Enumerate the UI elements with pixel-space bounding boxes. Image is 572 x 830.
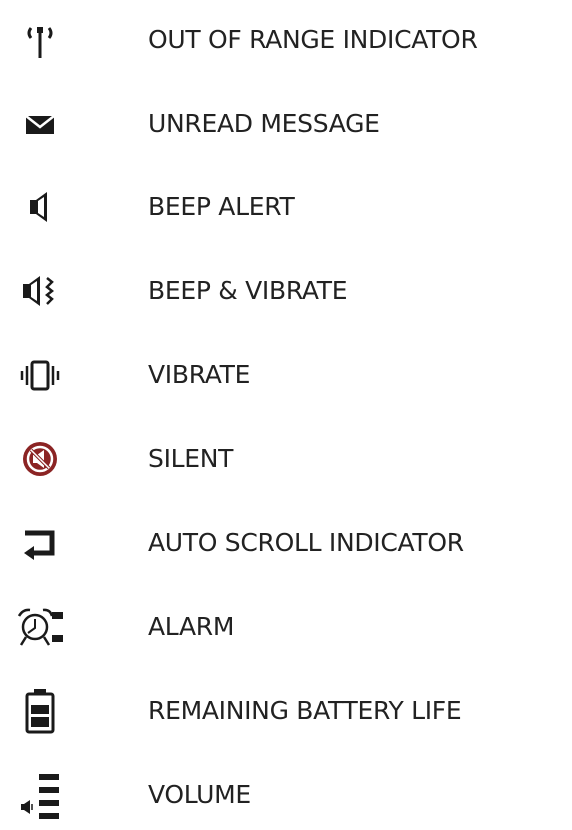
legend-label: BEEP ALERT (148, 192, 295, 221)
legend-label: VOLUME (148, 780, 251, 809)
alarm-clock-icon (8, 592, 72, 662)
legend-row-unread-message: UNREAD MESSAGE (0, 89, 572, 159)
legend-label: AUTO SCROLL INDICATOR (148, 528, 464, 557)
legend-label: SILENT (148, 444, 234, 473)
legend-label: VIBRATE (148, 360, 251, 389)
legend-label: REMAINING BATTERY LIFE (148, 696, 462, 725)
legend-row-out-of-range: OUT OF RANGE INDICATOR (0, 5, 572, 75)
legend-row-silent: SILENT (0, 424, 572, 494)
legend-row-vibrate: VIBRATE (0, 340, 572, 410)
legend-label: UNREAD MESSAGE (148, 109, 380, 138)
legend-row-beep-alert: BEEP ALERT (0, 172, 572, 242)
legend-row-volume: VOLUME (0, 760, 572, 830)
volume-icon (8, 760, 72, 830)
battery-icon (8, 676, 72, 746)
speaker-vibrate-icon (8, 256, 72, 326)
legend-row-beep-vibrate: BEEP & VIBRATE (0, 256, 572, 326)
speaker-icon (8, 172, 72, 242)
legend-row-alarm: ALARM (0, 592, 572, 662)
vibrate-icon (8, 340, 72, 410)
return-arrow-icon (8, 508, 72, 578)
legend-label: ALARM (148, 612, 235, 641)
legend-label: OUT OF RANGE INDICATOR (148, 25, 478, 54)
envelope-icon (8, 89, 72, 159)
icon-legend: OUT OF RANGE INDICATOR UNREAD MESSAGE BE… (0, 0, 572, 819)
legend-row-battery: REMAINING BATTERY LIFE (0, 676, 572, 746)
silent-icon (8, 424, 72, 494)
legend-row-auto-scroll: AUTO SCROLL INDICATOR (0, 508, 572, 578)
legend-label: BEEP & VIBRATE (148, 276, 348, 305)
antenna-icon (8, 5, 72, 75)
